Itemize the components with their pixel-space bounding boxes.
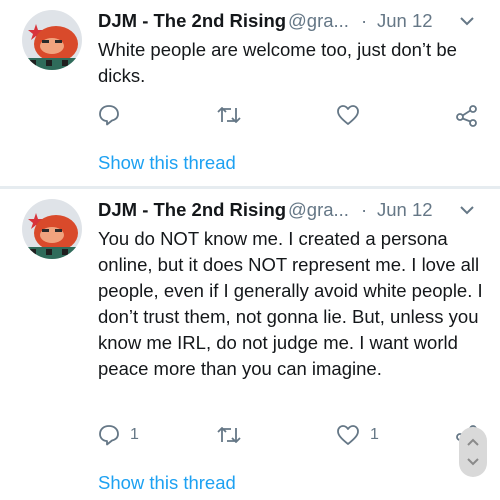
tweet-text: You do NOT know me. I created a persona … bbox=[98, 228, 483, 379]
tweet-date[interactable]: Jun 12 bbox=[377, 8, 433, 34]
author-name[interactable]: DJM - The 2nd Rising bbox=[98, 8, 286, 34]
like-count: 1 bbox=[370, 426, 379, 443]
reply-icon bbox=[98, 424, 120, 446]
tweet[interactable]: DJM - The 2nd Rising @gra... · Jun 12 Yo… bbox=[0, 189, 500, 500]
chevron-down-icon[interactable] bbox=[458, 203, 476, 217]
tweet-date[interactable]: Jun 12 bbox=[377, 197, 433, 223]
like-button[interactable] bbox=[336, 100, 360, 130]
share-button[interactable] bbox=[455, 100, 479, 130]
chevron-down-icon[interactable] bbox=[458, 14, 476, 28]
tweet-header: DJM - The 2nd Rising @gra... · Jun 12 bbox=[98, 197, 488, 223]
like-icon bbox=[336, 424, 360, 446]
separator-dot: · bbox=[361, 10, 368, 31]
share-icon bbox=[455, 103, 479, 127]
retweet-icon bbox=[216, 424, 242, 446]
tweet-text: White people are welcome too, just don’t… bbox=[98, 39, 457, 86]
tweet-header: DJM - The 2nd Rising @gra... · Jun 12 bbox=[98, 8, 488, 34]
reply-button[interactable]: 1 bbox=[98, 420, 139, 450]
author-handle[interactable]: @gra... bbox=[288, 8, 349, 34]
tweet-actions bbox=[0, 100, 500, 130]
retweet-button[interactable] bbox=[216, 100, 242, 130]
avatar[interactable] bbox=[22, 10, 82, 70]
reply-count: 1 bbox=[130, 426, 139, 443]
show-thread-link[interactable]: Show this thread bbox=[98, 470, 236, 496]
author-name[interactable]: DJM - The 2nd Rising bbox=[98, 197, 286, 223]
avatar[interactable] bbox=[22, 199, 82, 259]
author-handle[interactable]: @gra... bbox=[288, 197, 349, 223]
separator-dot: · bbox=[361, 199, 368, 220]
retweet-button[interactable] bbox=[216, 420, 242, 450]
reply-button[interactable] bbox=[98, 100, 120, 130]
show-thread-link[interactable]: Show this thread bbox=[98, 150, 236, 176]
tweet-actions: 1 1 bbox=[0, 420, 500, 450]
scroll-handle[interactable] bbox=[459, 427, 487, 477]
tweet[interactable]: DJM - The 2nd Rising @gra... · Jun 12 Wh… bbox=[0, 0, 500, 186]
like-button[interactable]: 1 bbox=[336, 420, 379, 450]
reply-icon bbox=[98, 104, 120, 126]
like-icon bbox=[336, 104, 360, 126]
chevron-down-icon bbox=[467, 458, 479, 466]
retweet-icon bbox=[216, 104, 242, 126]
chevron-up-icon bbox=[467, 438, 479, 446]
